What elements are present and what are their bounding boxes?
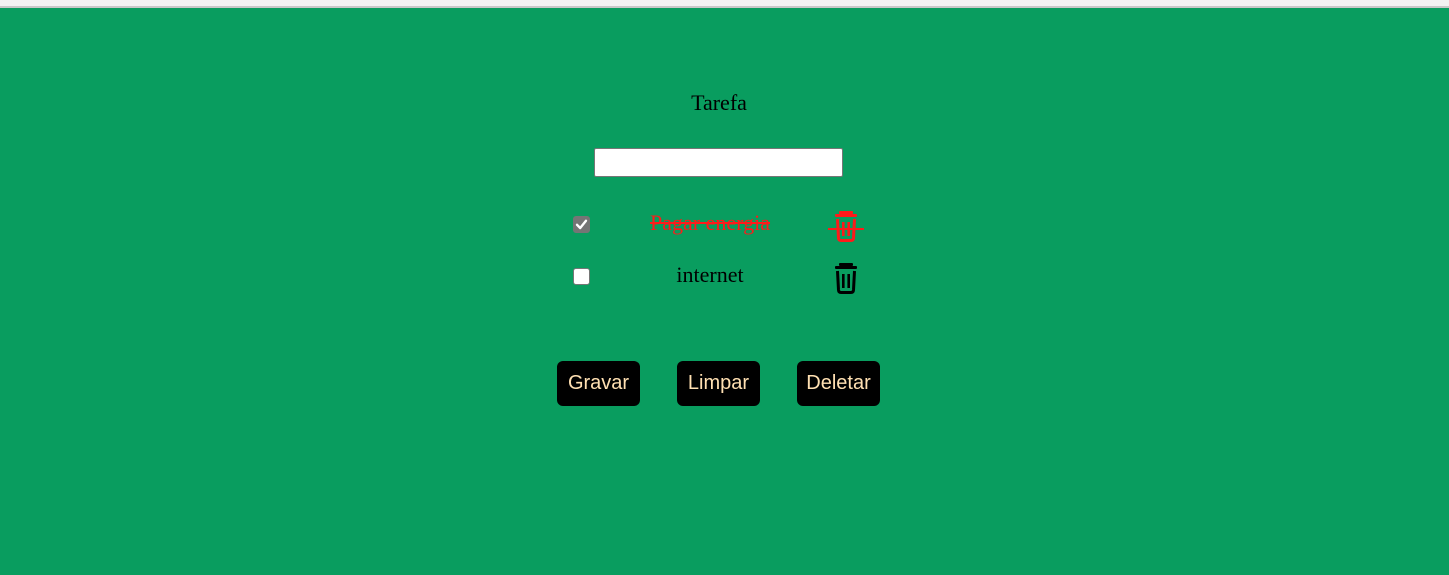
trash-icon[interactable] bbox=[828, 208, 864, 244]
delete-button[interactable]: Deletar bbox=[797, 361, 880, 406]
task-label: internet bbox=[676, 262, 744, 287]
todo-app: Tarefa Pagar energia internet Gravar Lim… bbox=[0, 8, 1449, 575]
task-input[interactable] bbox=[594, 148, 843, 177]
task-checkbox[interactable] bbox=[573, 268, 590, 285]
trash-icon[interactable] bbox=[828, 260, 864, 296]
clear-button[interactable]: Limpar bbox=[677, 361, 760, 406]
task-item: internet bbox=[566, 254, 866, 294]
task-item: Pagar energia bbox=[566, 202, 866, 242]
save-button[interactable]: Gravar bbox=[557, 361, 640, 406]
task-checkbox[interactable] bbox=[573, 216, 590, 233]
task-label: Pagar energia bbox=[650, 210, 770, 235]
page-title: Tarefa bbox=[691, 90, 747, 115]
checkmark-icon bbox=[575, 219, 588, 230]
browser-top-edge bbox=[0, 0, 1449, 8]
